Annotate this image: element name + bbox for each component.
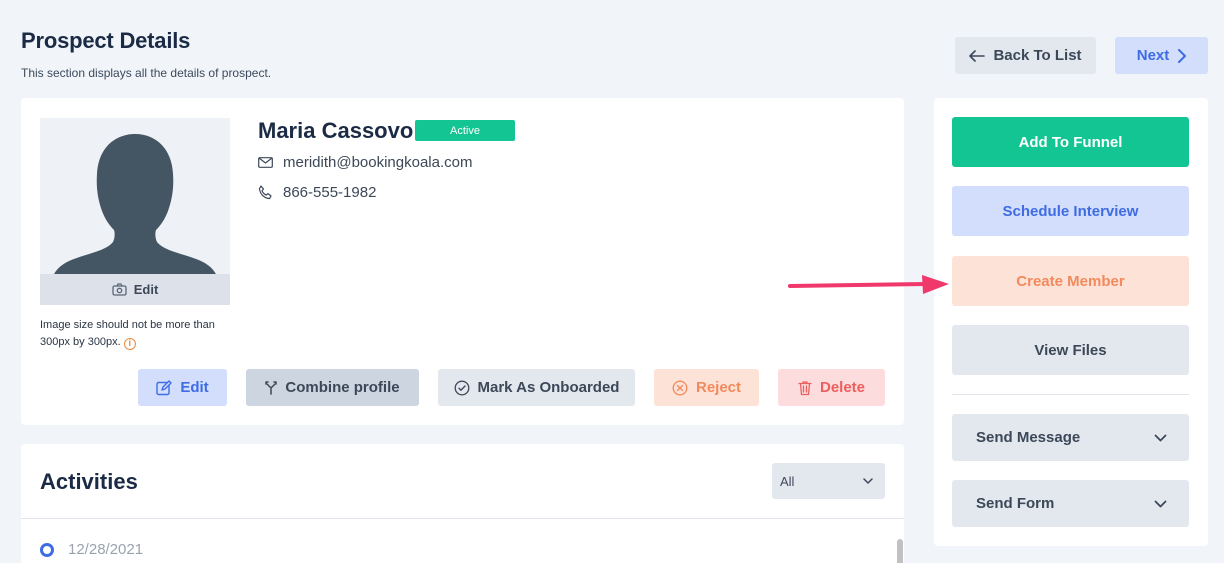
next-label: Next — [1136, 47, 1170, 64]
timeline-dot-icon — [40, 543, 54, 557]
edit-profile-label: Edit — [180, 379, 209, 396]
camera-icon — [112, 283, 127, 296]
activities-title: Activities — [40, 469, 138, 494]
envelope-icon — [258, 157, 273, 168]
avatar: Edit — [40, 118, 230, 305]
view-files-button[interactable]: View Files — [952, 325, 1189, 375]
prospect-email: meridith@bookingkoala.com — [283, 154, 473, 171]
arrow-left-icon — [969, 49, 986, 62]
combine-profile-button[interactable]: Combine profile — [246, 369, 419, 406]
activity-date: 12/28/2021 — [68, 541, 144, 558]
back-to-list-button[interactable]: Back To List — [955, 37, 1096, 74]
edit-profile-button[interactable]: Edit — [138, 369, 227, 406]
email-row: meridith@bookingkoala.com — [258, 154, 473, 171]
divider — [21, 518, 904, 519]
activity-filter-select[interactable]: All — [772, 463, 885, 499]
schedule-interview-button[interactable]: Schedule Interview — [952, 186, 1189, 236]
scrollbar[interactable] — [897, 539, 903, 563]
pencil-icon — [156, 379, 173, 395]
divider — [952, 394, 1189, 395]
next-button[interactable]: Next — [1115, 37, 1208, 74]
send-form-dropdown[interactable]: Send Form — [952, 480, 1189, 527]
chevron-down-icon — [1154, 434, 1167, 441]
chevron-down-icon — [863, 477, 873, 484]
send-message-dropdown[interactable]: Send Message — [952, 414, 1189, 461]
back-to-list-label: Back To List — [993, 47, 1082, 64]
reject-label: Reject — [695, 379, 742, 396]
prospect-phone: 866-555-1982 — [283, 184, 377, 201]
mark-onboarded-button[interactable]: Mark As Onboarded — [438, 369, 635, 406]
info-icon[interactable]: i — [123, 337, 136, 350]
x-circle-icon — [672, 380, 688, 395]
activities-card: Activities All 12/28/2021 — [21, 444, 904, 563]
chevron-down-icon — [1154, 500, 1167, 507]
delete-button[interactable]: Delete — [778, 369, 885, 406]
mark-onboarded-label: Mark As Onboarded — [477, 379, 620, 396]
prospect-name: Maria Cassovo — [258, 118, 414, 143]
check-circle-icon — [454, 380, 469, 395]
avatar-edit-button[interactable]: Edit — [40, 274, 230, 305]
action-sidebar: Add To Funnel Schedule Interview Create … — [934, 98, 1208, 546]
activity-filter-value: All — [780, 473, 795, 489]
send-message-label: Send Message — [976, 429, 1081, 446]
status-badge: Active — [415, 120, 515, 141]
add-to-funnel-button[interactable]: Add To Funnel — [952, 117, 1189, 167]
reject-button[interactable]: Reject — [654, 369, 759, 406]
chevron-right-icon — [1178, 48, 1187, 63]
merge-icon — [265, 380, 278, 395]
phone-icon — [258, 185, 272, 200]
image-size-note: Image size should not be more than 300px… — [40, 317, 240, 351]
phone-row: 866-555-1982 — [258, 184, 376, 201]
profile-card: Edit Image size should not be more than … — [21, 98, 904, 425]
send-form-label: Send Form — [976, 495, 1055, 512]
page-title: Prospect Details — [21, 28, 191, 53]
create-member-button[interactable]: Create Member — [952, 256, 1189, 306]
trash-icon — [798, 380, 812, 395]
annotation-arrow-icon — [788, 275, 949, 294]
delete-label: Delete — [819, 379, 866, 396]
avatar-edit-label: Edit — [133, 282, 159, 297]
page-subtitle: This section displays all the details of… — [21, 66, 272, 80]
combine-profile-label: Combine profile — [285, 379, 400, 396]
